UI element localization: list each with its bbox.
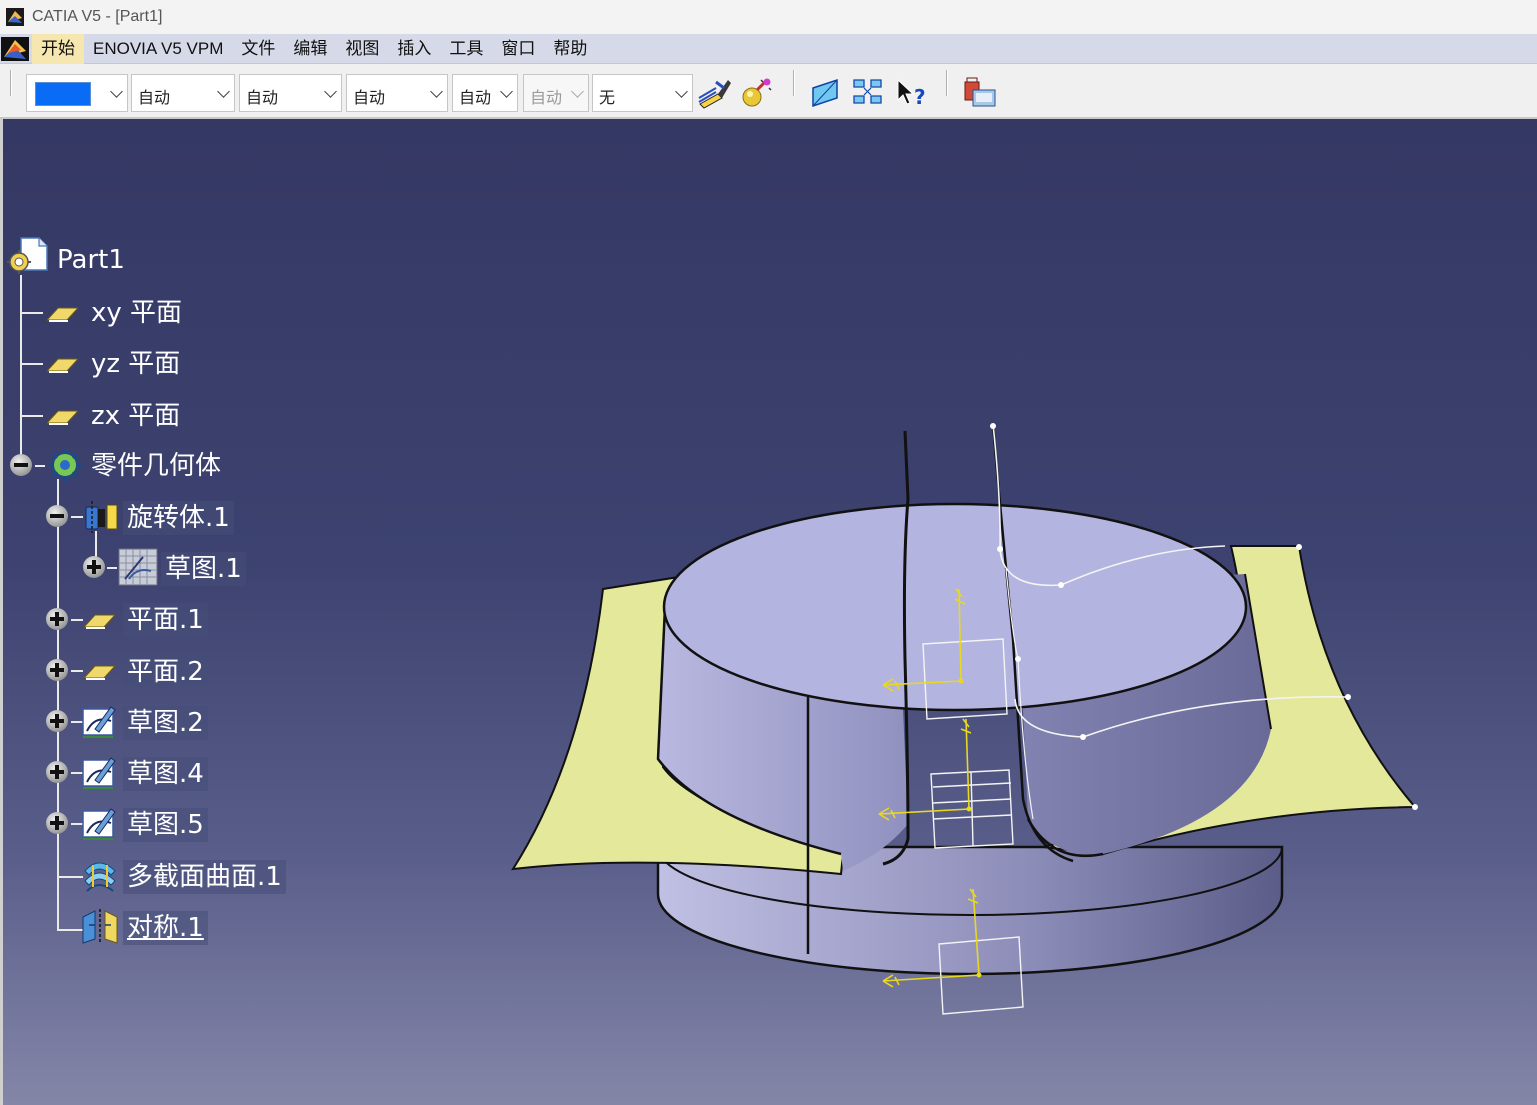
window-title: CATIA V5 - [Part1]	[32, 8, 163, 25]
toolbar-grip[interactable]	[10, 70, 12, 96]
sketch-icon[interactable]	[81, 703, 119, 739]
menu-tools[interactable]: 工具	[440, 34, 492, 64]
symmetry-icon[interactable]	[81, 907, 119, 945]
body-icon[interactable]	[45, 446, 85, 484]
render-style-combo: 自动	[523, 74, 589, 112]
menu-edit[interactable]: 编辑	[284, 34, 336, 64]
chevron-down-icon	[430, 85, 443, 98]
menu-help[interactable]: 帮助	[544, 34, 596, 64]
render-style-value: 自动	[530, 90, 563, 107]
transparency-combo[interactable]: 自动	[131, 74, 235, 112]
chevron-down-icon	[675, 85, 688, 98]
tree-item-sketch-2[interactable]: 草图.2	[123, 706, 208, 740]
color-swatch	[35, 82, 91, 106]
toolbar-grip[interactable]	[946, 70, 948, 96]
plane-zx-icon[interactable]	[44, 399, 78, 433]
svg-text:?: ?	[914, 85, 926, 109]
catalog-icon[interactable]	[962, 76, 998, 110]
multi-section-surface-icon[interactable]	[81, 857, 119, 895]
tree-item-yz-plane[interactable]: yz 平面	[87, 347, 184, 381]
chevron-down-icon	[324, 85, 337, 98]
tree-item-plane-1[interactable]: 平面.1	[123, 603, 208, 637]
expand-icon[interactable]	[46, 608, 68, 630]
expand-icon[interactable]	[46, 761, 68, 783]
linetype-value: 自动	[353, 90, 386, 107]
collapse-icon[interactable]	[10, 454, 32, 476]
plane-icon[interactable]	[807, 76, 843, 110]
painter-icon[interactable]	[696, 76, 732, 110]
transparency-value: 自动	[138, 90, 171, 107]
line-thickness-value: 自动	[246, 90, 279, 107]
plane-xy-icon[interactable]	[44, 296, 78, 330]
plane-icon[interactable]	[81, 654, 115, 688]
plane-icon[interactable]	[81, 603, 115, 637]
color-combo[interactable]	[26, 74, 128, 112]
layer-value: 无	[599, 90, 616, 107]
point-symbol-combo[interactable]: 自动	[452, 74, 518, 112]
expand-icon[interactable]	[46, 812, 68, 834]
tree-item-sketch-5[interactable]: 草图.5	[123, 808, 208, 842]
menu-view[interactable]: 视图	[336, 34, 388, 64]
tree-item-multi-sections-surface-1[interactable]: 多截面曲面.1	[123, 860, 286, 894]
tree-item-part-body[interactable]: 零件几何体	[87, 449, 225, 483]
tree-item-plane-2[interactable]: 平面.2	[123, 655, 208, 689]
chevron-down-icon	[571, 85, 584, 98]
expand-icon[interactable]	[46, 659, 68, 681]
material-icon[interactable]	[739, 76, 775, 110]
point-symbol-value: 自动	[459, 90, 492, 107]
3d-part-model[interactable]	[503, 409, 1443, 1049]
sketch-icon[interactable]	[81, 754, 119, 790]
layer-combo[interactable]: 无	[592, 74, 693, 112]
part-icon[interactable]	[5, 236, 51, 278]
title-bar: CATIA V5 - [Part1]	[0, 0, 1537, 34]
sketch-icon[interactable]	[117, 547, 159, 587]
shaft-icon[interactable]	[83, 499, 121, 535]
graphic-properties-toolbar: 自动 自动 自动 自动 自动 无 ?	[0, 64, 1537, 119]
tree-root-part1[interactable]: Part1	[53, 243, 129, 277]
tree-item-sketch-1[interactable]: 草图.1	[161, 552, 246, 586]
toolbar-grip[interactable]	[793, 70, 795, 96]
grid-icon[interactable]	[851, 76, 887, 110]
whats-this-icon[interactable]: ?	[894, 76, 930, 110]
linetype-combo[interactable]: 自动	[346, 74, 448, 112]
3d-viewport[interactable]: Part1 xy 平面 yz 平面 zx 平面 零件几何体 旋转体.1 草图.1…	[0, 119, 1537, 1105]
tree-item-xy-plane[interactable]: xy 平面	[87, 296, 186, 330]
menu-enovia[interactable]: ENOVIA V5 VPM	[84, 34, 232, 64]
plane-yz-icon[interactable]	[44, 347, 78, 381]
expand-icon[interactable]	[83, 556, 105, 578]
tree-item-shaft-1[interactable]: 旋转体.1	[123, 501, 234, 535]
collapse-icon[interactable]	[46, 505, 68, 527]
menu-start[interactable]: 开始	[32, 33, 84, 64]
tree-item-sketch-4[interactable]: 草图.4	[123, 757, 208, 791]
chevron-down-icon	[110, 85, 123, 98]
expand-icon[interactable]	[46, 710, 68, 732]
chevron-down-icon	[217, 85, 230, 98]
menu-window[interactable]: 窗口	[492, 34, 544, 64]
catia-system-menu-icon[interactable]	[0, 35, 30, 63]
menu-file[interactable]: 文件	[232, 34, 284, 64]
line-thickness-combo[interactable]: 自动	[239, 74, 342, 112]
menu-insert[interactable]: 插入	[388, 34, 440, 64]
tree-item-zx-plane[interactable]: zx 平面	[87, 399, 184, 433]
specification-tree: Part1 xy 平面 yz 平面 zx 平面 零件几何体 旋转体.1 草图.1…	[3, 119, 323, 959]
chevron-down-icon	[500, 85, 513, 98]
catia-logo-icon	[6, 8, 24, 26]
tree-item-symmetry-1[interactable]: 对称.1	[123, 911, 208, 945]
sketch-icon[interactable]	[81, 805, 119, 841]
menu-bar: 开始 ENOVIA V5 VPM 文件 编辑 视图 插入 工具 窗口 帮助	[0, 33, 1537, 64]
